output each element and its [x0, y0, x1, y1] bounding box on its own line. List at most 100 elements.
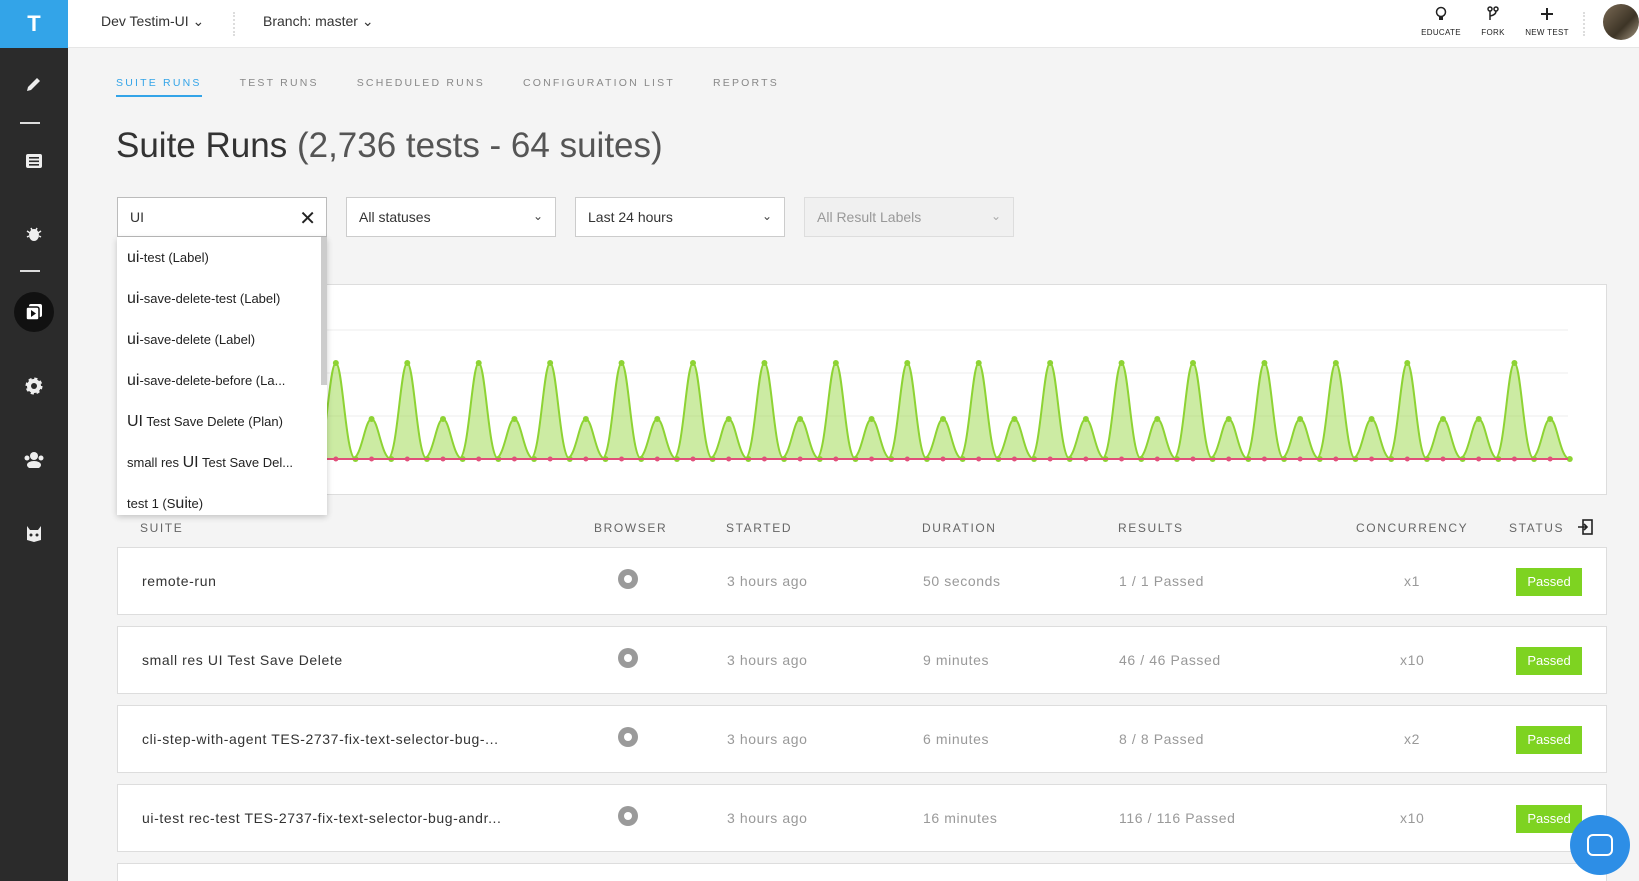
chart-point-failed[interactable] [511, 456, 517, 462]
avatar[interactable] [1603, 4, 1639, 40]
suggestion-item[interactable]: ui-save-delete-before (La... [117, 360, 327, 401]
chat-launcher-button[interactable] [1570, 815, 1630, 875]
testim-logo[interactable]: T [0, 0, 68, 48]
chart-point[interactable] [832, 360, 839, 366]
suite-name[interactable]: ui-test rec-test TES-2737-fix-text-selec… [142, 810, 502, 826]
table-row[interactable]: ui-test rec-test TES-2737-fix-text-selec… [117, 784, 1607, 852]
chart-point-failed[interactable] [1154, 456, 1160, 462]
chart-point[interactable] [1475, 416, 1482, 422]
chart-point-failed[interactable] [547, 456, 553, 462]
table-row[interactable]: cli-step-with-agent TES-2737-fix-text-se… [117, 705, 1607, 773]
chart-point-failed[interactable] [619, 456, 625, 462]
suggestion-item[interactable]: small res UI Test Save Del... [117, 442, 327, 483]
chart-point[interactable] [582, 416, 589, 422]
project-selector[interactable]: Dev Testim-UI ⌄ [101, 13, 204, 30]
chart-point-failed[interactable] [1083, 456, 1089, 462]
search-field[interactable]: ✕ [117, 197, 327, 237]
chart-point-failed[interactable] [654, 456, 660, 462]
suggestion-item[interactable]: ui-save-delete (Label) [117, 319, 327, 360]
chart-point[interactable] [761, 360, 768, 366]
chart-point[interactable] [1154, 416, 1161, 422]
list-icon[interactable] [0, 141, 68, 181]
chart-point[interactable] [440, 416, 446, 422]
team-icon[interactable] [0, 439, 68, 479]
chart-point[interactable] [1261, 360, 1268, 366]
chart-point-failed[interactable] [797, 456, 803, 462]
tab-test-runs[interactable]: TEST RUNS [240, 77, 319, 97]
runs-icon[interactable] [0, 292, 68, 332]
chart-point[interactable] [511, 416, 518, 422]
chart-point[interactable] [1011, 416, 1018, 422]
gear-icon[interactable] [0, 366, 68, 406]
chart-point[interactable] [1332, 360, 1339, 366]
column-header-duration[interactable]: DURATION [922, 521, 997, 535]
chart-point-failed[interactable] [440, 456, 446, 462]
chart-point[interactable] [1225, 416, 1232, 422]
chart-point-failed[interactable] [1547, 456, 1553, 462]
chart-point[interactable] [975, 360, 982, 366]
chart-point-failed[interactable] [1190, 456, 1196, 462]
chart-point[interactable] [1404, 360, 1411, 366]
chart-point[interactable] [868, 416, 875, 422]
chart-point-failed[interactable] [690, 456, 696, 462]
column-header-suite[interactable]: SUITE [140, 521, 183, 535]
chart-point-failed[interactable] [476, 456, 482, 462]
chart-point-failed[interactable] [761, 456, 767, 462]
chart-point[interactable] [1118, 360, 1125, 366]
chart-point-failed[interactable] [333, 456, 339, 462]
pencil-icon[interactable] [0, 64, 68, 104]
new-test-button[interactable]: NEW TEST [1522, 6, 1572, 37]
tab-configuration-list[interactable]: CONFIGURATION LIST [523, 77, 675, 97]
mask-icon[interactable] [0, 514, 68, 554]
chart-point[interactable] [368, 416, 375, 422]
suite-name[interactable]: cli-step-with-agent TES-2737-fix-text-se… [142, 731, 499, 747]
chart-point-failed[interactable] [869, 456, 875, 462]
chart-point[interactable] [547, 360, 554, 366]
chart-point[interactable] [618, 360, 625, 366]
search-input[interactable] [130, 209, 290, 225]
chart-point-failed[interactable] [1226, 456, 1232, 462]
chart-point-failed[interactable] [1404, 456, 1410, 462]
educate-button[interactable]: EDUCATE [1416, 6, 1466, 37]
chart-point-failed[interactable] [369, 456, 375, 462]
chart-point-failed[interactable] [904, 456, 910, 462]
chart-point[interactable] [1368, 416, 1375, 422]
chart-point-failed[interactable] [1047, 456, 1053, 462]
chart-point-failed[interactable] [404, 456, 410, 462]
chart-point[interactable] [1511, 360, 1518, 366]
chart-point[interactable] [940, 416, 946, 422]
table-row[interactable]: small res UI Test Save Delete 3 hours ag… [117, 626, 1607, 694]
suite-name[interactable]: small res UI Test Save Delete [142, 652, 343, 668]
chart-point-failed[interactable] [1261, 456, 1267, 462]
chart-point[interactable] [690, 360, 696, 366]
chart-point-failed[interactable] [1297, 456, 1303, 462]
suggestion-item[interactable]: ui-save-delete-test (Label) [117, 278, 327, 319]
chart-point[interactable] [1047, 360, 1054, 366]
chart-point-failed[interactable] [1440, 456, 1446, 462]
chart-point[interactable] [332, 360, 339, 366]
status-select[interactable]: All statuses ⌄ [346, 197, 556, 237]
tab-suite-runs[interactable]: SUITE RUNS [116, 77, 202, 97]
chart-point-failed[interactable] [1119, 456, 1125, 462]
chart-point-failed[interactable] [976, 456, 982, 462]
chart-point[interactable] [904, 360, 911, 366]
branch-selector[interactable]: Branch: master ⌄ [263, 13, 374, 30]
chart-point-failed[interactable] [726, 456, 732, 462]
tab-scheduled-runs[interactable]: SCHEDULED RUNS [357, 77, 485, 97]
chart-point[interactable] [1297, 416, 1304, 422]
table-row[interactable] [117, 863, 1607, 881]
chart-point-failed[interactable] [833, 456, 839, 462]
chart-point-failed[interactable] [1511, 456, 1517, 462]
suggestion-item[interactable]: test 1 (Suite) [117, 483, 327, 515]
chart-point-failed[interactable] [1369, 456, 1375, 462]
chart-point[interactable] [1440, 416, 1446, 422]
table-row[interactable]: remote-run 3 hours ago 50 seconds 1 / 1 … [117, 547, 1607, 615]
bug-icon[interactable] [0, 214, 68, 254]
chart-point-failed[interactable] [583, 456, 589, 462]
clear-icon[interactable]: ✕ [299, 206, 316, 231]
time-range-select[interactable]: Last 24 hours ⌄ [575, 197, 785, 237]
fork-button[interactable]: FORK [1468, 6, 1518, 37]
chart-point[interactable] [475, 360, 482, 366]
chart-point[interactable] [654, 416, 661, 422]
export-icon[interactable] [1577, 519, 1593, 538]
